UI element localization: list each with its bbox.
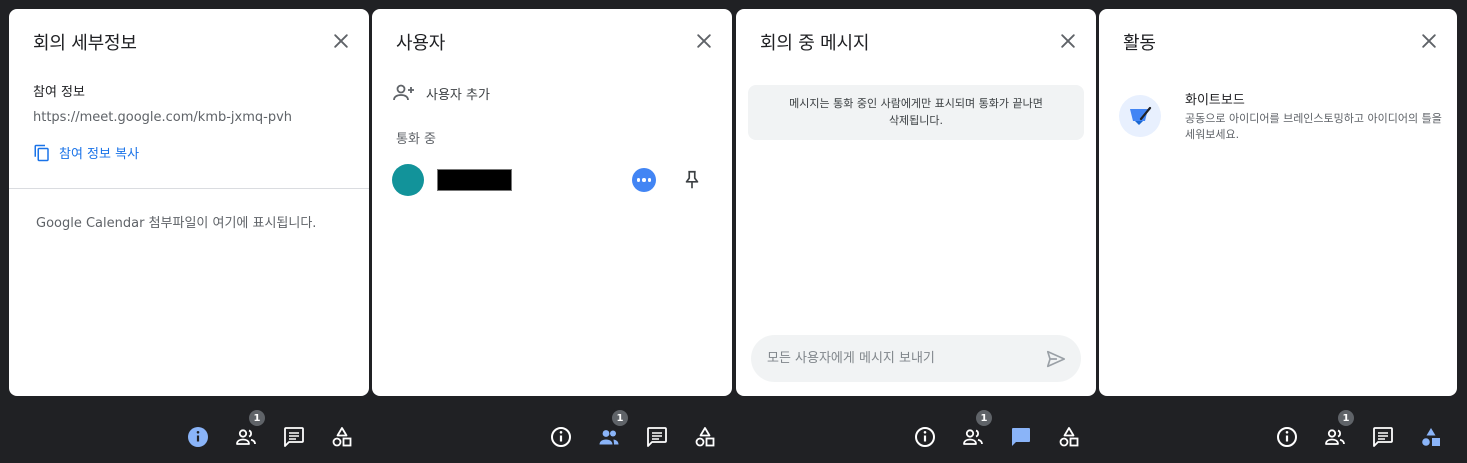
chat-icon[interactable] [1371,425,1395,449]
info-icon[interactable] [186,425,210,449]
copy-icon [33,144,51,162]
people-panel: 사용자 사용자 추가 통화 중 [372,9,732,396]
people-icon[interactable] [234,425,258,449]
send-icon[interactable] [1045,348,1067,370]
avatar [392,164,424,196]
in-call-section-label: 통화 중 [396,132,437,147]
activities-icon[interactable] [330,425,354,449]
activities-icon[interactable] [693,425,717,449]
person-add-icon [392,81,416,105]
info-icon[interactable] [549,425,573,449]
panel-title: 회의 세부정보 [33,33,137,54]
add-people-label: 사용자 추가 [426,87,490,103]
panel-title: 활동 [1123,33,1156,54]
chat-icon[interactable] [282,425,306,449]
message-input[interactable] [767,335,1037,382]
chat-notice-line1: 메시지는 통화 중인 사람에게만 표시되며 통화가 끝나면 [789,97,1043,110]
chat-icon[interactable] [645,425,669,449]
people-icon[interactable] [597,425,621,449]
divider [9,188,369,189]
people-count-badge: 1 [974,408,994,428]
meeting-details-panel: 회의 세부정보 참여 정보 https://meet.google.com/km… [9,9,369,396]
copy-join-info-button[interactable]: 참여 정보 복사 [33,143,139,162]
activities-panel: 활동 화이트보드 공동으로 아이디어를 브레인스토밍하고 아이디어의 틀을 세워… [1099,9,1457,396]
people-icon[interactable] [1323,425,1347,449]
whiteboard-icon [1119,95,1161,137]
people-count-badge: 1 [610,408,630,428]
chat-icon[interactable] [1009,425,1033,449]
whiteboard-description: 공동으로 아이디어를 브레인스토밍하고 아이디어의 틀을 세워보세요. [1185,112,1442,141]
activities-icon[interactable] [1419,425,1443,449]
whiteboard-title: 화이트보드 [1185,93,1245,108]
info-icon[interactable] [1275,425,1299,449]
panel-title: 사용자 [396,33,446,54]
panel-title: 회의 중 메시지 [760,33,870,54]
meeting-url: https://meet.google.com/kmb-jxmq-pvh [33,110,293,125]
close-icon[interactable] [1058,31,1078,51]
chat-notice-line2: 삭제됩니다. [888,114,944,127]
people-icon[interactable] [961,425,985,449]
add-people-button[interactable]: 사용자 추가 [392,81,490,105]
info-icon[interactable] [913,425,937,449]
copy-join-info-label: 참여 정보 복사 [59,147,140,162]
join-info-label: 참여 정보 [33,85,85,100]
close-icon[interactable] [331,31,351,51]
participant-name-redacted [437,169,512,191]
close-icon[interactable] [694,31,714,51]
close-icon[interactable] [1419,31,1439,51]
calendar-attachments-note: Google Calendar 첨부파일이 여기에 표시됩니다. [36,216,317,231]
message-composer [751,335,1081,382]
participant-row [372,162,732,198]
whiteboard-item[interactable]: 화이트보드 공동으로 아이디어를 브레인스토밍하고 아이디어의 틀을 세워보세요… [1119,89,1442,149]
more-options-button[interactable] [632,168,656,192]
people-count-badge: 1 [247,408,267,428]
people-count-badge: 1 [1336,408,1356,428]
activities-icon[interactable] [1057,425,1081,449]
chat-notice: 메시지는 통화 중인 사람에게만 표시되며 통화가 끝나면 삭제됩니다. [748,85,1084,140]
chat-panel: 회의 중 메시지 메시지는 통화 중인 사람에게만 표시되며 통화가 끝나면 삭… [736,9,1096,396]
pin-icon[interactable] [681,169,703,191]
